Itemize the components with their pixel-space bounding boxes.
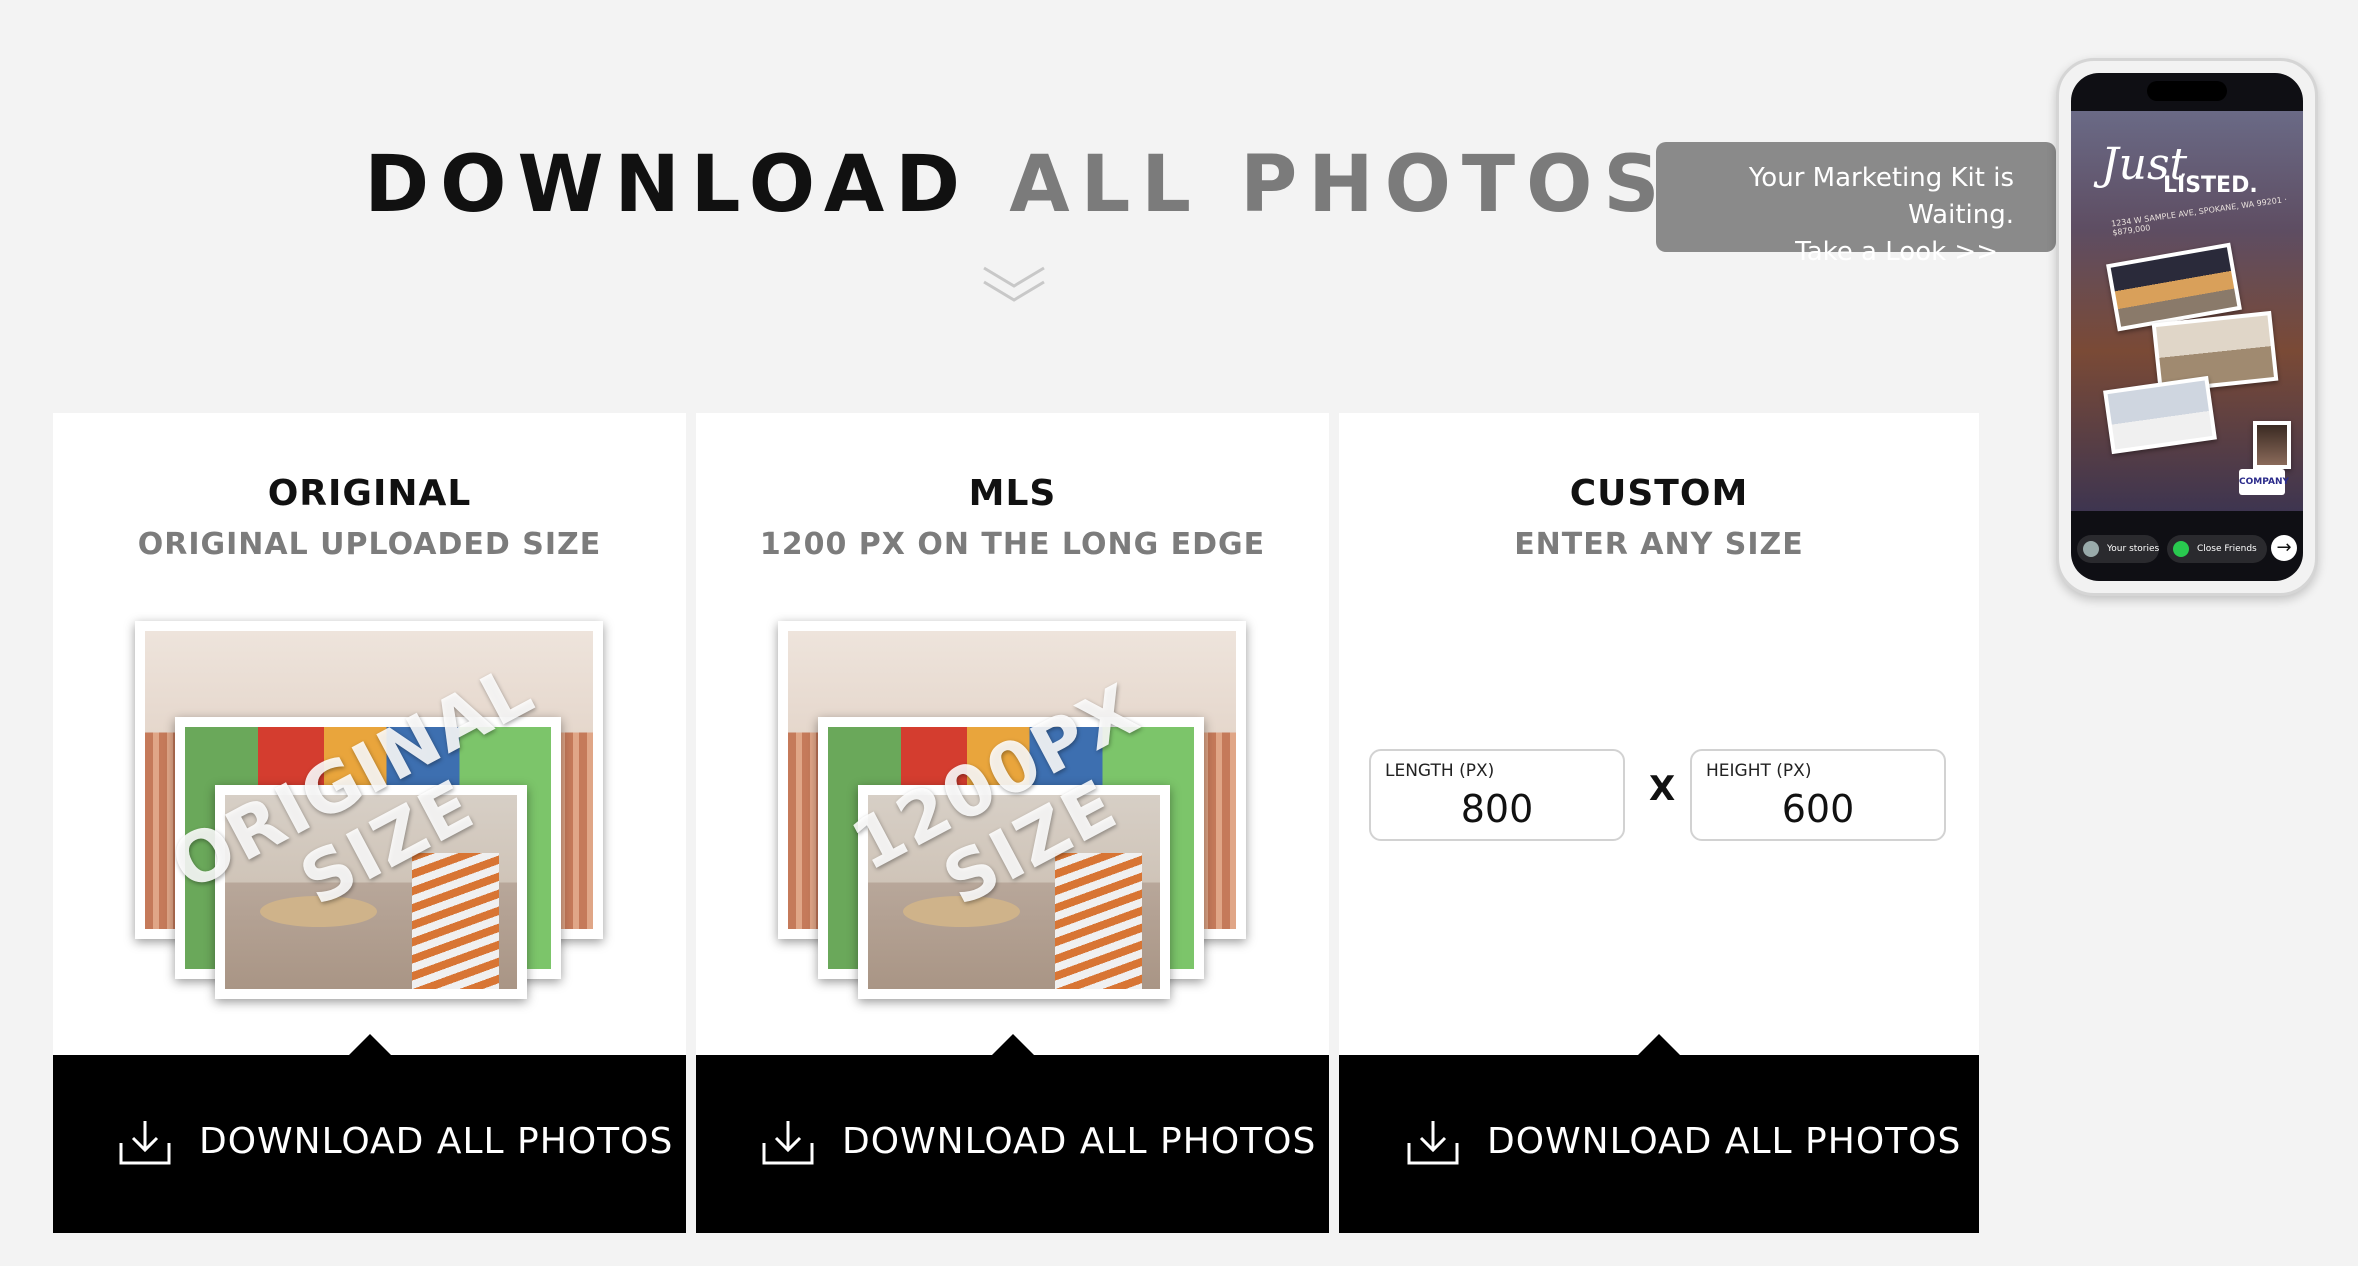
height-input[interactable]: 600	[1692, 787, 1944, 831]
arrow-right-icon: →	[2271, 535, 2297, 561]
story-title: LISTED.	[2163, 173, 2258, 198]
close-friends-pill: Close Friends	[2167, 535, 2267, 563]
notch-pointer	[347, 1034, 392, 1056]
card-title: ORIGINAL	[267, 473, 472, 514]
download-icon	[119, 1121, 171, 1165]
download-mls-button[interactable]: DOWNLOAD ALL PHOTOS	[696, 1055, 1329, 1233]
marketing-kit-banner[interactable]: Your Marketing Kit is Waiting. Take a Lo…	[1656, 142, 2056, 267]
card-title: CUSTOM	[1569, 473, 1749, 514]
photo-stack-illustration: 1200PX SIZE	[778, 621, 1248, 999]
pill-label: Your stories	[2107, 544, 2160, 554]
button-label: DOWNLOAD ALL PHOTOS	[842, 1121, 1317, 1162]
promo-link[interactable]: Take a Look >>	[1674, 234, 2014, 271]
card-mls: MLS 1200 PX ON THE LONG EDGE 1200PX SIZE	[696, 413, 1329, 1056]
card-original: ORIGINAL ORIGINAL UPLOADED SIZE ORIGINAL…	[53, 413, 686, 1056]
download-custom-button[interactable]: DOWNLOAD ALL PHOTOS	[1339, 1055, 1979, 1233]
card-title: MLS	[968, 473, 1057, 514]
length-input[interactable]: 800	[1371, 787, 1623, 831]
card-custom: CUSTOM ENTER ANY SIZE LENGTH (PX) 800 X …	[1339, 413, 1979, 1056]
avatar-icon	[2083, 541, 2099, 557]
title-light-words: ALL PHOTOS	[1009, 140, 1671, 230]
company-logo: COMPANY	[2239, 469, 2289, 495]
your-stories-pill: Your stories	[2077, 535, 2159, 563]
height-label: HEIGHT (PX)	[1706, 761, 1812, 781]
length-label: LENGTH (PX)	[1385, 761, 1495, 781]
story-preview: Just LISTED. 1234 W SAMPLE AVE, SPOKANE,…	[2071, 111, 2303, 511]
notch-pointer	[990, 1034, 1035, 1056]
double-chevron-down-icon	[983, 266, 1045, 302]
download-icon	[1407, 1121, 1459, 1165]
phone-mockup[interactable]: Just LISTED. 1234 W SAMPLE AVE, SPOKANE,…	[2056, 58, 2318, 596]
download-original-button[interactable]: DOWNLOAD ALL PHOTOS	[53, 1055, 686, 1233]
story-address: 1234 W SAMPLE AVE, SPOKANE, WA 99201 · $…	[2110, 194, 2288, 238]
story-photo	[2103, 375, 2217, 455]
photo-stack-illustration: ORIGINAL SIZE	[135, 621, 605, 999]
card-subtitle: ENTER ANY SIZE	[1514, 527, 1804, 562]
pill-label: Close Friends	[2197, 544, 2257, 554]
button-label: DOWNLOAD ALL PHOTOS	[1487, 1121, 1962, 1162]
dynamic-island	[2147, 81, 2227, 101]
title-dark-word: DOWNLOAD	[364, 140, 972, 230]
card-subtitle: 1200 PX ON THE LONG EDGE	[759, 527, 1266, 562]
card-subtitle: ORIGINAL UPLOADED SIZE	[137, 527, 602, 562]
star-icon	[2173, 541, 2189, 557]
length-field[interactable]: LENGTH (PX) 800	[1369, 749, 1625, 841]
agent-photo	[2253, 421, 2291, 469]
phone-screen: Just LISTED. 1234 W SAMPLE AVE, SPOKANE,…	[2071, 73, 2303, 581]
dimension-separator: X	[1649, 769, 1676, 809]
promo-line-1: Your Marketing Kit is Waiting.	[1748, 163, 2014, 230]
notch-pointer	[1637, 1034, 1681, 1056]
download-icon	[762, 1121, 814, 1165]
height-field[interactable]: HEIGHT (PX) 600	[1690, 749, 1946, 841]
button-label: DOWNLOAD ALL PHOTOS	[199, 1121, 674, 1162]
